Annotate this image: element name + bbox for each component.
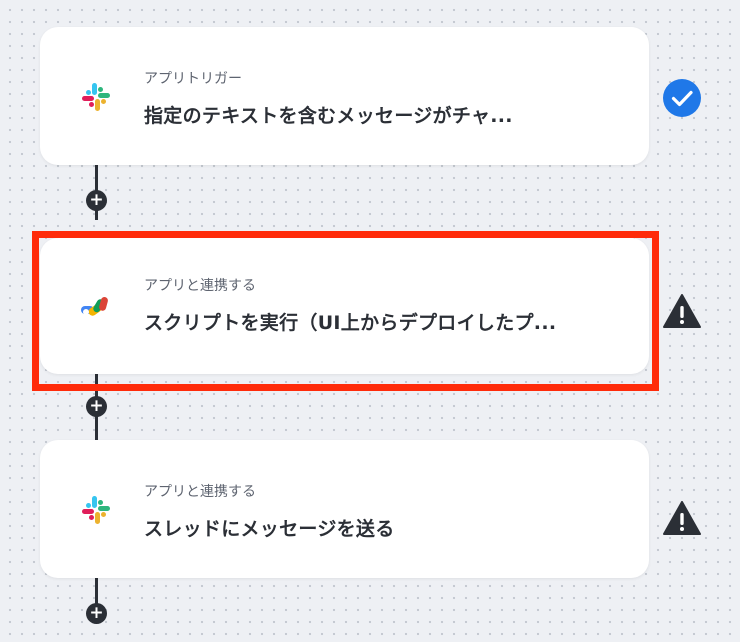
checkmark-icon	[662, 78, 702, 118]
flow-step-card-trigger[interactable]: アプリトリガー 指定のテキストを含むメッセージがチャ...	[40, 27, 649, 165]
step-type-label: アプリと連携する	[144, 278, 256, 294]
flow-step-card-run-script[interactable]: アプリと連携する スクリプトを実行（UI上からデプロイしたプ...	[40, 238, 649, 374]
step-type-label: アプリと連携する	[144, 484, 256, 500]
warning-icon	[662, 499, 702, 539]
google-apps-script-icon	[78, 286, 114, 322]
slack-icon	[78, 492, 114, 528]
add-step-button[interactable]: +	[86, 190, 107, 211]
flow-step-card-send-thread[interactable]: アプリと連携する スレッドにメッセージを送る	[40, 440, 649, 578]
add-step-button[interactable]: +	[86, 396, 107, 417]
warning-icon	[662, 292, 702, 332]
step-title: 指定のテキストを含むメッセージがチャ...	[144, 105, 513, 127]
step-title: スレッドにメッセージを送る	[144, 518, 395, 540]
add-step-button[interactable]: +	[86, 603, 107, 624]
step-type-label: アプリトリガー	[144, 71, 242, 87]
step-title: スクリプトを実行（UI上からデプロイしたプ...	[144, 312, 557, 334]
slack-icon	[78, 79, 114, 115]
